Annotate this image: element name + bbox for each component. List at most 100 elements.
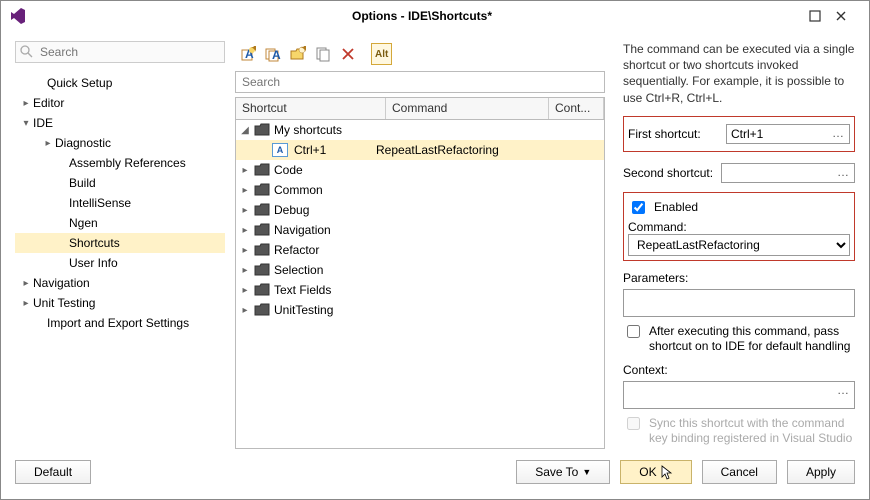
expander-open-icon[interactable]: ◢ bbox=[236, 125, 254, 136]
folder-label: Common bbox=[274, 183, 323, 197]
window-title: Options - IDE\Shortcuts* bbox=[35, 9, 809, 23]
parameters-input[interactable] bbox=[623, 289, 855, 317]
folder-row[interactable]: ▸ Refactor bbox=[236, 240, 604, 260]
context-input[interactable]: … bbox=[623, 381, 855, 409]
tree-item-label: User Info bbox=[67, 256, 118, 270]
folder-row[interactable]: ▸UnitTesting bbox=[236, 300, 604, 320]
tree-item[interactable]: Assembly References bbox=[15, 153, 225, 173]
options-tree[interactable]: Quick Setup▸Editor▾IDE▸DiagnosticAssembl… bbox=[15, 69, 225, 449]
dialog-body: Quick Setup▸Editor▾IDE▸DiagnosticAssembl… bbox=[1, 31, 869, 455]
expander-closed-icon[interactable]: ▸ bbox=[236, 225, 254, 236]
tree-item[interactable]: ▾IDE bbox=[15, 113, 225, 133]
folder-icon bbox=[254, 123, 270, 137]
tree-item-label: IDE bbox=[31, 116, 53, 130]
folder-row[interactable]: ▸ Common bbox=[236, 180, 604, 200]
expander-closed-icon[interactable]: ▸ bbox=[236, 265, 254, 276]
enabled-checkbox[interactable] bbox=[632, 201, 645, 214]
delete-icon[interactable] bbox=[337, 43, 359, 65]
shortcut-row[interactable]: A Ctrl+1RepeatLastRefactoring bbox=[236, 140, 604, 160]
expander-closed-icon[interactable]: ▸ bbox=[236, 285, 254, 296]
tree-item[interactable]: ▸Diagnostic bbox=[15, 133, 225, 153]
shortcut-key: Ctrl+1 bbox=[294, 143, 376, 157]
tree-caret-icon: ▸ bbox=[21, 98, 31, 109]
expander-closed-icon[interactable]: ▸ bbox=[236, 305, 254, 316]
ok-button[interactable]: OK bbox=[620, 460, 691, 484]
default-button[interactable]: Default bbox=[15, 460, 91, 484]
tree-item[interactable]: ▸Unit Testing bbox=[15, 293, 225, 313]
second-shortcut-browse-icon[interactable]: … bbox=[834, 165, 852, 179]
tree-item[interactable]: IntelliSense bbox=[15, 193, 225, 213]
folder-label: Refactor bbox=[274, 243, 319, 257]
grid-header: Shortcut Command Cont... bbox=[235, 97, 605, 119]
context-label: Context: bbox=[623, 363, 855, 377]
tree-item[interactable]: ▸Navigation bbox=[15, 273, 225, 293]
folder-row[interactable]: ▸Navigation bbox=[236, 220, 604, 240]
folder-row[interactable]: ◢My shortcuts bbox=[236, 120, 604, 140]
shortcut-grid[interactable]: ◢My shortcuts A Ctrl+1RepeatLastRefactorin… bbox=[235, 119, 605, 449]
expander-closed-icon[interactable]: ▸ bbox=[236, 165, 254, 176]
shortcut-command: RepeatLastRefactoring bbox=[376, 143, 499, 157]
context-browse-icon[interactable]: … bbox=[834, 383, 852, 397]
tree-item-label: Editor bbox=[31, 96, 64, 110]
tree-item[interactable]: Ngen bbox=[15, 213, 225, 233]
left-search-box bbox=[15, 41, 225, 63]
tree-item-label: Import and Export Settings bbox=[45, 316, 189, 330]
folder-row[interactable]: ▸ Text Fields bbox=[236, 280, 604, 300]
first-shortcut-browse-icon[interactable]: … bbox=[829, 126, 847, 140]
folder-row[interactable]: ▸Debug bbox=[236, 200, 604, 220]
expander-closed-icon[interactable]: ▸ bbox=[236, 205, 254, 216]
col-header-context[interactable]: Cont... bbox=[549, 98, 604, 119]
sync-row: Sync this shortcut with the command key … bbox=[623, 416, 855, 446]
tree-item-label: IntelliSense bbox=[67, 196, 131, 210]
save-to-button[interactable]: Save To ▼ bbox=[516, 460, 610, 484]
folder-row[interactable]: ▸ Code bbox=[236, 160, 604, 180]
folder-label: Code bbox=[274, 163, 303, 177]
command-select[interactable]: RepeatLastRefactoring bbox=[628, 234, 850, 256]
alt-mode-icon[interactable]: Alt bbox=[371, 43, 392, 65]
col-header-command[interactable]: Command bbox=[386, 98, 549, 119]
tree-item-label: Quick Setup bbox=[45, 76, 112, 90]
pass-through-checkbox[interactable] bbox=[627, 325, 640, 338]
folder-icon bbox=[254, 303, 270, 317]
folder-label: Selection bbox=[274, 263, 323, 277]
col-header-shortcut[interactable]: Shortcut bbox=[236, 98, 386, 119]
tree-item[interactable]: Build bbox=[15, 173, 225, 193]
maximize-button[interactable] bbox=[809, 10, 835, 22]
new-folder-icon[interactable]: ✦ bbox=[287, 43, 309, 65]
folder-icon bbox=[254, 183, 270, 197]
folder-label: Text Fields bbox=[274, 283, 331, 297]
tree-item-label: Assembly References bbox=[67, 156, 186, 170]
folder-icon bbox=[254, 203, 270, 217]
close-button[interactable] bbox=[835, 10, 861, 22]
mid-search-input[interactable] bbox=[235, 71, 605, 93]
tree-item-label: Navigation bbox=[31, 276, 90, 290]
first-shortcut-input[interactable]: Ctrl+1 … bbox=[726, 124, 850, 144]
apply-button[interactable]: Apply bbox=[787, 460, 855, 484]
first-shortcut-group: First shortcut: Ctrl+1 … bbox=[623, 116, 855, 152]
left-search-input[interactable] bbox=[15, 41, 225, 63]
second-shortcut-row: Second shortcut: … bbox=[623, 160, 855, 186]
copy-icon[interactable] bbox=[312, 43, 334, 65]
shortcut-item-icon: A bbox=[272, 143, 288, 157]
new-shortcut-icon[interactable]: A✦ bbox=[237, 43, 259, 65]
cancel-button[interactable]: Cancel bbox=[702, 460, 777, 484]
tree-item[interactable]: ▸Editor bbox=[15, 93, 225, 113]
expander-closed-icon[interactable]: ▸ bbox=[236, 185, 254, 196]
svg-text:✦: ✦ bbox=[300, 46, 306, 55]
second-shortcut-input[interactable]: … bbox=[721, 163, 855, 183]
command-label: Command: bbox=[628, 220, 850, 234]
command-group: Enabled Command: RepeatLastRefactoring bbox=[623, 192, 855, 261]
tree-item[interactable]: Shortcuts bbox=[15, 233, 225, 253]
tree-item-label: Shortcuts bbox=[67, 236, 120, 250]
folder-row[interactable]: ▸ Selection bbox=[236, 260, 604, 280]
tree-item[interactable]: Import and Export Settings bbox=[15, 313, 225, 333]
folder-icon bbox=[254, 163, 270, 177]
dialog-footer: Default Save To ▼ OK Cancel Apply bbox=[1, 455, 869, 499]
tree-item[interactable]: User Info bbox=[15, 253, 225, 273]
options-dialog: Options - IDE\Shortcuts* Quick Setup▸Edi… bbox=[0, 0, 870, 500]
tree-caret-icon: ▸ bbox=[21, 278, 31, 289]
first-shortcut-value: Ctrl+1 bbox=[731, 127, 763, 141]
tree-item[interactable]: Quick Setup bbox=[15, 73, 225, 93]
duplicate-shortcut-icon[interactable]: A bbox=[262, 43, 284, 65]
expander-closed-icon[interactable]: ▸ bbox=[236, 245, 254, 256]
